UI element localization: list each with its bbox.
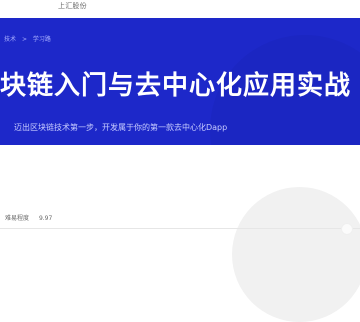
course-hero-banner: 技术 > 学习路 块链入门与去中心化应用实战 迈出区块链技术第一步，开发属于你的… bbox=[0, 18, 360, 145]
topbar-link[interactable]: 上汇股份 bbox=[58, 1, 87, 11]
breadcrumb: 技术 > 学习路 bbox=[4, 34, 51, 43]
course-info-area: 难易程度 9.97 bbox=[0, 145, 360, 322]
meta-label: 难易程度 bbox=[5, 215, 30, 222]
breadcrumb-item-2[interactable]: 学习路 bbox=[33, 36, 51, 43]
course-meta: 难易程度 9.97 bbox=[5, 213, 52, 222]
divider bbox=[0, 228, 360, 229]
breadcrumb-separator-icon: > bbox=[21, 36, 27, 43]
course-title: 块链入门与去中心化应用实战 bbox=[0, 71, 352, 101]
decorative-blob bbox=[232, 187, 360, 322]
breadcrumb-item-1[interactable]: 技术 bbox=[4, 36, 16, 43]
floating-button-icon[interactable] bbox=[341, 223, 353, 235]
top-bar: 上汇股份 bbox=[0, 0, 360, 18]
course-subtitle: 迈出区块链技术第一步，开发属于你的第一款去中心化Dapp bbox=[14, 123, 228, 132]
meta-value: 9.97 bbox=[38, 215, 53, 222]
